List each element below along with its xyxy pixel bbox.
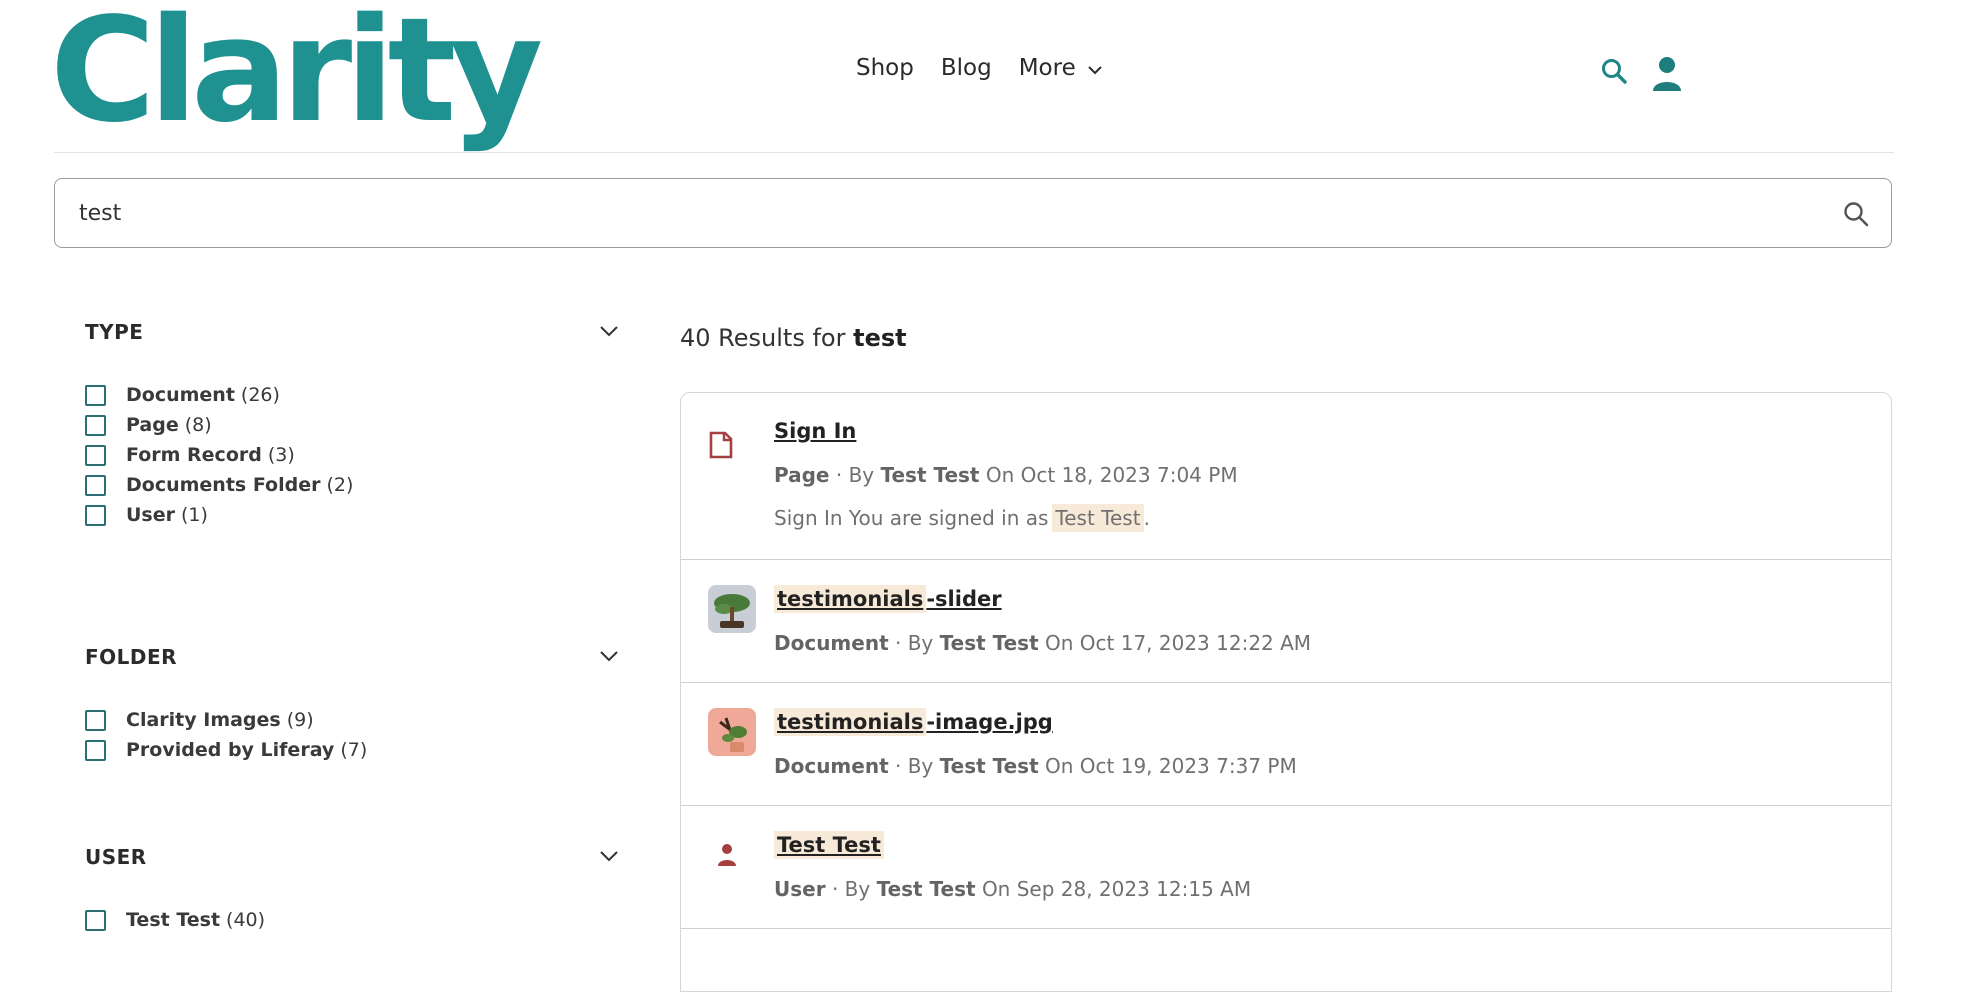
facet-title: FOLDER xyxy=(85,645,178,669)
facet-option[interactable]: Form Record (3) xyxy=(85,440,353,470)
main-nav: Shop Blog More xyxy=(856,55,1129,81)
header-search-icon[interactable] xyxy=(1601,58,1627,88)
checkbox[interactable] xyxy=(85,384,106,406)
checkbox[interactable] xyxy=(85,504,106,526)
checkbox[interactable] xyxy=(85,444,106,466)
site-header: Clarity Shop Blog More xyxy=(0,0,1979,153)
bonsai-thumbnail xyxy=(708,585,756,633)
result-description: Sign In You are signed in as Test Test. xyxy=(774,504,1150,532)
nav-blog-label: Blog xyxy=(940,55,992,81)
result-meta: User · By Test Test On Sep 28, 2023 12:1… xyxy=(774,877,1252,901)
search-input[interactable] xyxy=(79,197,1779,229)
chevron-down-icon[interactable] xyxy=(600,322,618,341)
result-item: testimonials -slider Document · By Test T… xyxy=(681,559,1891,683)
checkbox[interactable] xyxy=(85,709,106,731)
result-item: Sign In Page · By Test Test On Oct 18, 2… xyxy=(681,393,1891,560)
nav-more-label: More xyxy=(1018,55,1076,81)
facet-options: Clarity Images (9) Provided by Liferay (7) xyxy=(85,705,367,765)
header-divider xyxy=(54,152,1894,153)
checkbox[interactable] xyxy=(85,414,106,436)
result-title-link[interactable]: Test Test xyxy=(774,831,884,859)
result-meta: Page · By Test Test On Oct 18, 2023 7:04… xyxy=(774,463,1238,487)
header-user-icon[interactable] xyxy=(1652,56,1682,96)
search-bar xyxy=(54,178,1892,248)
result-item: testimonials -image.jpg Document · By Tes… xyxy=(681,682,1891,806)
facet-type: TYPE Document (26) Page (8) Form Record (3)… xyxy=(85,320,625,530)
nav-more-dropdown[interactable]: More xyxy=(1019,55,1102,81)
facet-option[interactable]: Document (26) xyxy=(85,380,353,410)
plant-thumbnail xyxy=(708,708,756,756)
checkbox[interactable] xyxy=(85,474,106,496)
facet-options: Document (26) Page (8) Form Record (3) Docu… xyxy=(85,380,353,530)
results-keyword: test xyxy=(853,324,907,352)
result-title-link[interactable]: testimonials -slider xyxy=(774,585,1002,613)
facet-option[interactable]: Test Test (40) xyxy=(85,905,265,935)
chevron-down-icon xyxy=(1088,55,1102,81)
page-icon xyxy=(708,431,734,463)
results-count-text: 40 Results for xyxy=(680,324,846,352)
result-meta: Document · By Test Test On Oct 17, 2023 … xyxy=(774,631,1312,655)
facet-option[interactable]: Page (8) xyxy=(85,410,353,440)
facet-option[interactable]: Documents Folder (2) xyxy=(85,470,353,500)
nav-blog[interactable]: Blog xyxy=(941,55,992,81)
nav-shop[interactable]: Shop xyxy=(856,55,914,81)
search-icon[interactable] xyxy=(1843,201,1869,231)
user-icon xyxy=(717,843,737,871)
facet-user: USER Test Test (40) xyxy=(85,845,625,945)
facet-title: TYPE xyxy=(85,320,144,344)
clarity-logo[interactable]: Clarity xyxy=(50,0,543,142)
nav-shop-label: Shop xyxy=(856,55,914,81)
facet-option[interactable]: Clarity Images (9) xyxy=(85,705,367,735)
result-item: Test Test User · By Test Test On Sep 28,… xyxy=(681,805,1891,929)
facet-title: USER xyxy=(85,845,147,869)
chevron-down-icon[interactable] xyxy=(600,647,618,666)
results-list: Sign In Page · By Test Test On Oct 18, 2… xyxy=(680,392,1892,992)
chevron-down-icon[interactable] xyxy=(600,847,618,866)
facet-folder: FOLDER Clarity Images (9) Provided by Lif… xyxy=(85,645,625,765)
facet-option[interactable]: Provided by Liferay (7) xyxy=(85,735,367,765)
checkbox[interactable] xyxy=(85,909,106,931)
result-meta: Document · By Test Test On Oct 19, 2023 … xyxy=(774,754,1297,778)
facet-options: Test Test (40) xyxy=(85,905,265,935)
checkbox[interactable] xyxy=(85,739,106,761)
result-title-link[interactable]: Sign In xyxy=(774,419,856,443)
result-title-link[interactable]: testimonials -image.jpg xyxy=(774,708,1053,736)
facet-option[interactable]: User (1) xyxy=(85,500,353,530)
results-summary: 40 Results for test xyxy=(680,324,907,352)
